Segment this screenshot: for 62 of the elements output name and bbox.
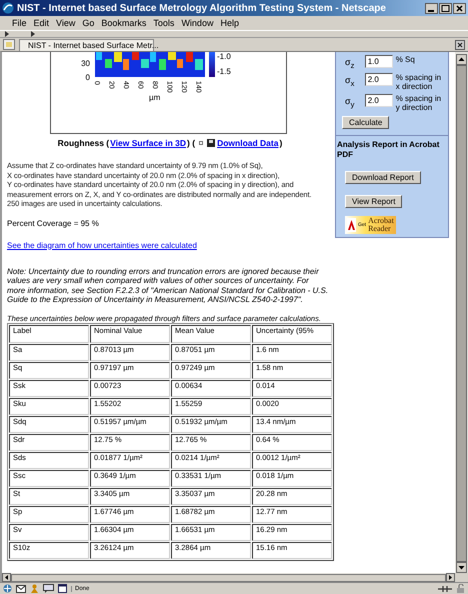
scroll-right-icon[interactable]	[446, 573, 455, 582]
menu-item[interactable]: View	[56, 18, 76, 28]
menu-item[interactable]: Edit	[34, 18, 50, 28]
toolbar-grip-icon[interactable]	[30, 31, 36, 37]
window-title: NIST - Internet based Surface Metrology Algorithm Testing System - Netscape	[17, 2, 387, 14]
axis-label: µm	[149, 93, 160, 102]
section-heading: Analysis Report in Acrobat PDF	[336, 134, 448, 160]
input-field[interactable]: 1.0	[364, 55, 393, 68]
axis-tick-label: 30	[81, 59, 90, 68]
badge-text: Reader	[368, 224, 392, 233]
close-icon[interactable]	[453, 2, 466, 14]
sigma-label: σ$_{x}$	[344, 74, 356, 88]
menu-item[interactable]: Help	[220, 18, 239, 28]
colorbar-tick-label: -1.5	[217, 67, 231, 76]
caption-text: ) (	[187, 138, 196, 148]
axis-tick-label: 0	[86, 73, 90, 82]
colorbar-tick-label: -1.0	[217, 52, 231, 61]
badge-text: Acrobat	[368, 216, 394, 225]
note-text: Note: Uncertainty due to rounding errors and truncation errors are ignored because their values are very small when compared with values of other sources of uncertainty. For more information, see Section F.2.2.3 of "American National Standard for Calibration - U.S. Guide to the Expression of Uncertainty in Measurement, ANSI/NCSL Z540-2-1997".	[7, 266, 329, 304]
diagram-link[interactable]: See the diagram of how uncertainties were calculated	[7, 240, 197, 250]
scroll-thumb[interactable]	[456, 65, 467, 562]
new-tab-icon[interactable]	[3, 39, 15, 50]
connection-icon	[438, 584, 452, 592]
colorbar	[209, 52, 215, 77]
sigma-label: σ$_{y}$	[344, 94, 356, 109]
input-field[interactable]: 2.0	[364, 72, 393, 86]
vertical-scrollbar[interactable]	[455, 52, 468, 573]
menu-item[interactable]: Go	[82, 18, 94, 28]
toolbar-grip-icon[interactable]	[4, 31, 10, 37]
scroll-down-icon[interactable]	[456, 562, 467, 573]
caption-text: Roughness (	[58, 138, 110, 148]
scroll-up-icon[interactable]	[456, 54, 467, 65]
mail-icon[interactable]	[16, 584, 26, 592]
minimize-icon[interactable]	[425, 2, 438, 14]
scroll-left-icon[interactable]	[2, 573, 11, 582]
close-tab-icon[interactable]	[455, 40, 465, 50]
acrobat-logo-icon	[347, 218, 356, 232]
view-3d-link[interactable]: View Surface in 3D	[110, 138, 186, 148]
globe-icon[interactable]	[3, 584, 12, 593]
broken-image-icon	[199, 141, 204, 145]
unit-label: % spacing in y direction	[396, 94, 442, 112]
report-button[interactable]: View Report	[345, 194, 402, 208]
padlock-icon	[456, 584, 465, 593]
download-data-link[interactable]: Download Data	[217, 138, 278, 148]
menu-item[interactable]: Window	[181, 18, 214, 28]
unit-label: % spacing in x direction	[396, 72, 442, 91]
scroll-thumb[interactable]	[11, 574, 446, 582]
calculate-button[interactable]: Calculate	[342, 116, 390, 129]
maximize-icon[interactable]	[439, 2, 452, 14]
coverage-text: Percent Coverage = 95 %	[7, 218, 100, 228]
caption-text: )	[279, 138, 282, 148]
input-field[interactable]: 2.0	[364, 94, 393, 107]
sigma-label: σ$_{z}$	[344, 56, 356, 70]
unit-label: % Sq	[396, 55, 416, 64]
menu-item[interactable]: Tools	[153, 18, 174, 28]
menu-item[interactable]: File	[12, 18, 27, 28]
report-button[interactable]: Download Report	[345, 170, 421, 184]
window-icon[interactable]	[58, 584, 67, 593]
chat-icon[interactable]	[43, 584, 54, 593]
browser-icon	[2, 2, 14, 14]
horizontal-scrollbar[interactable]	[0, 573, 455, 582]
menu-item[interactable]: Bookmarks	[101, 18, 146, 28]
